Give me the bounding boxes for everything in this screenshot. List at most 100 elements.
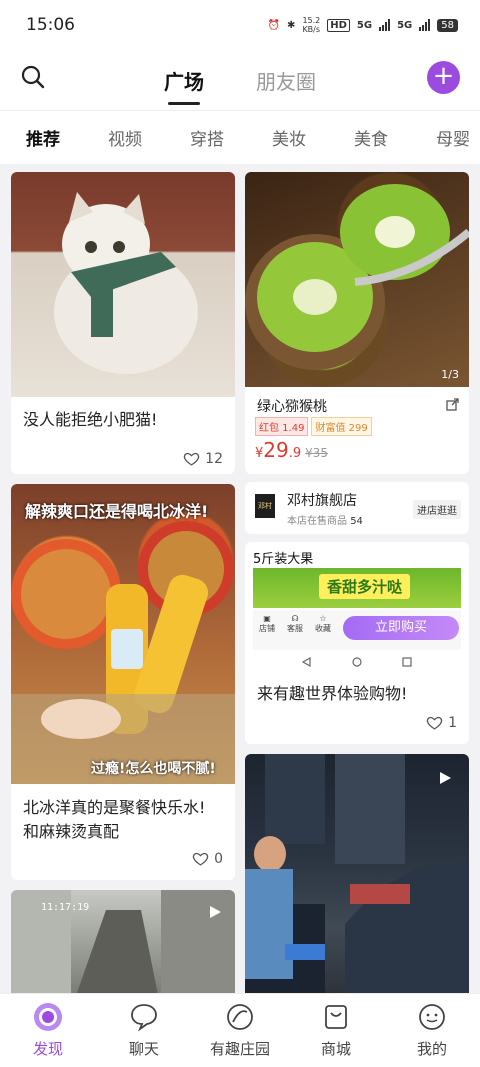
post-title: 没人能拒绝小肥猫! xyxy=(23,410,158,429)
wealth-tag: 财富值 299 xyxy=(311,417,372,436)
category-makeup[interactable]: 美妆 xyxy=(272,125,354,150)
tab-moments[interactable]: 朋友圈 xyxy=(256,66,316,95)
like-button[interactable]: 0 xyxy=(192,850,223,867)
smile-icon xyxy=(419,1004,445,1030)
heart-icon xyxy=(183,452,200,466)
like-button[interactable]: 1 xyxy=(426,714,457,731)
like-count: 1 xyxy=(448,714,457,731)
discover-icon xyxy=(34,1003,62,1031)
like-button[interactable]: 12 xyxy=(183,450,223,467)
tab-label: 商城 xyxy=(320,1040,351,1058)
overlay-caption-top: 解辣爽口还是得喝北冰洋! xyxy=(25,502,209,521)
headset-icon: ☊ xyxy=(291,614,299,623)
post-card-street[interactable] xyxy=(245,754,469,993)
net-speed: 15.2 xyxy=(302,16,321,25)
price-dec: .9 xyxy=(288,446,302,461)
tab-manor[interactable]: 有趣庄园 xyxy=(192,994,288,1067)
tab-me[interactable]: 我的 xyxy=(384,994,480,1067)
buy-now-button[interactable]: 立即购买 xyxy=(343,616,459,640)
status-bar: 15:06 ⏰ ✱ 15.2 KB/s HD 5G 5G 58 xyxy=(0,0,480,50)
price-symbol: ¥ xyxy=(255,446,264,461)
visit-shop-button[interactable]: 进店逛逛 xyxy=(413,500,461,519)
signal-2-label: 5G xyxy=(397,19,413,31)
post-title-line: 和麻辣烫真配 xyxy=(23,822,120,841)
shop-sub-text: 本店在售商品 xyxy=(287,516,347,527)
product-name: 绿心猕猴桃 xyxy=(257,399,327,415)
category-video[interactable]: 视频 xyxy=(108,125,190,150)
post-image-drink: 解辣爽口还是得喝北冰洋! 过瘾!怎么也喝不腻! xyxy=(11,484,235,784)
ad-service-button[interactable]: ☊ 客服 xyxy=(287,614,303,634)
shop-logo: 邓村 xyxy=(255,494,275,518)
recent-nav-icon[interactable] xyxy=(402,657,412,667)
heart-icon xyxy=(192,852,209,866)
signal-1-label: 5G xyxy=(356,19,373,31)
feed: 没人能拒绝小肥猫! 12 解辣爽口还是得喝北冰洋! 过瘾!怎么也喝不腻! 北冰洋… xyxy=(0,164,480,993)
tab-label: 我的 xyxy=(416,1040,447,1058)
battery-icon: 58 xyxy=(437,18,458,32)
manor-icon xyxy=(227,1004,253,1030)
shop-name: 邓村旗舰店 xyxy=(287,493,357,509)
add-post-button[interactable]: + xyxy=(427,61,460,94)
tab-chat[interactable]: 聊天 xyxy=(96,994,192,1067)
post-image-cat xyxy=(11,172,235,397)
video-timestamp: 11:17:19 xyxy=(41,902,90,913)
star-icon: ☆ xyxy=(319,614,327,623)
status-time: 15:06 xyxy=(26,15,75,35)
post-title: 北冰洋真的是聚餐快乐水! 和麻辣烫真配 xyxy=(11,796,217,844)
ad-card-fruit[interactable]: 5斤装大果 香甜多汁哒 ▣ 店铺 ☊ 客服 ☆ 收藏 立即购买 来有趣世界体验购物! … xyxy=(245,542,469,744)
ad-banner: 香甜多汁哒 xyxy=(253,568,461,608)
tab-label: 发现 xyxy=(32,1040,63,1058)
hd-badge: HD xyxy=(327,18,350,32)
ad-store-label: 店铺 xyxy=(259,624,275,633)
category-food[interactable]: 美食 xyxy=(354,125,436,150)
original-price: ¥35 xyxy=(305,446,329,460)
post-image-street xyxy=(245,754,469,993)
store-icon: ▣ xyxy=(263,614,271,623)
back-nav-icon[interactable] xyxy=(302,657,312,667)
search-icon[interactable] xyxy=(20,64,46,90)
like-count: 0 xyxy=(214,850,223,867)
plus-icon: + xyxy=(432,61,455,91)
ad-fav-button[interactable]: ☆ 收藏 xyxy=(315,614,331,634)
net-unit: KB/s xyxy=(302,25,321,34)
category-bar: 推荐 视频 穿搭 美妆 美食 母婴 xyxy=(0,110,480,164)
tab-mall[interactable]: 商城 xyxy=(288,994,384,1067)
ad-banner-text: 香甜多汁哒 xyxy=(319,574,411,599)
post-card-cat[interactable]: 没人能拒绝小肥猫! 12 xyxy=(11,172,235,474)
red-packet-tag: 红包 1.49 xyxy=(255,417,309,436)
price: ¥ 29 .9 ¥35 xyxy=(255,438,328,462)
top-bar: 广场 朋友圈 + xyxy=(0,50,480,110)
shop-subtitle: 本店在售商品 54 xyxy=(287,512,363,527)
product-card-kiwi[interactable]: 1/3 绿心猕猴桃 红包 1.49 财富值 299 ¥ 29 .9 ¥35 xyxy=(245,172,469,474)
ad-fav-label: 收藏 xyxy=(315,624,331,633)
home-nav-icon[interactable] xyxy=(352,657,362,667)
signal-2-icon xyxy=(419,19,431,31)
category-outfit[interactable]: 穿搭 xyxy=(190,125,272,150)
shop-item-count: 54 xyxy=(350,516,363,527)
category-baby[interactable]: 母婴 xyxy=(436,125,480,150)
share-icon[interactable] xyxy=(446,396,459,415)
category-recommend[interactable]: 推荐 xyxy=(26,125,108,150)
tab-plaza[interactable]: 广场 xyxy=(164,66,204,95)
ad-header: 5斤装大果 xyxy=(253,552,314,567)
heart-icon xyxy=(426,716,443,730)
tab-discover[interactable]: 发现 xyxy=(0,994,96,1067)
play-icon xyxy=(437,770,453,790)
ad-store-button[interactable]: ▣ 店铺 xyxy=(259,614,275,634)
product-image-kiwi: 1/3 xyxy=(245,172,469,387)
chat-icon xyxy=(131,1004,157,1032)
shop-card[interactable]: 邓村 邓村旗舰店 本店在售商品 54 进店逛逛 xyxy=(245,482,469,534)
post-title-line: 北冰洋真的是聚餐快乐水! xyxy=(23,798,206,817)
ad-action-bar: ▣ 店铺 ☊ 客服 ☆ 收藏 立即购买 xyxy=(253,610,461,650)
post-card-drink[interactable]: 解辣爽口还是得喝北冰洋! 过瘾!怎么也喝不腻! 北冰洋真的是聚餐快乐水! 和麻辣… xyxy=(11,484,235,880)
ad-service-label: 客服 xyxy=(287,624,303,633)
signal-1-icon xyxy=(379,19,391,31)
overlay-caption-bottom: 过瘾!怎么也喝不腻! xyxy=(91,761,216,777)
post-card-alley[interactable]: 11:17:19 xyxy=(11,890,235,993)
bottom-tab-bar: 发现 聊天 有趣庄园 商城 我的 xyxy=(0,993,480,1067)
tab-label: 有趣庄园 xyxy=(209,1040,270,1058)
post-title: 来有趣世界体验购物! xyxy=(257,684,408,703)
like-count: 12 xyxy=(205,450,223,467)
bag-icon xyxy=(325,1005,347,1029)
alarm-icon: ⏰ xyxy=(267,19,281,31)
